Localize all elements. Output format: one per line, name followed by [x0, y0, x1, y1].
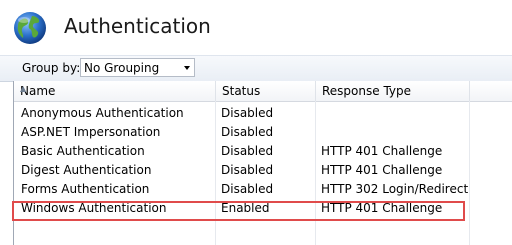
group-by-dropdown[interactable]: No Grouping — [80, 58, 195, 77]
sort-ascending-icon: ▲ — [20, 84, 27, 93]
group-by-value: No Grouping — [84, 61, 160, 75]
row-name: Windows Authentication — [21, 201, 167, 215]
row-name: ASP.NET Impersonation — [21, 125, 161, 139]
row-status: Disabled — [221, 163, 274, 177]
row-response-type: HTTP 302 Login/Redirect — [321, 182, 469, 196]
row-name: Digest Authentication — [21, 163, 152, 177]
column-header-response-type[interactable]: Response Type — [316, 81, 470, 101]
authentication-list[interactable]: Name ▲ Status Response Type Anonymous Au… — [12, 81, 512, 245]
table-row[interactable]: Basic Authentication Disabled HTTP 401 C… — [14, 141, 512, 160]
table-row[interactable]: Anonymous Authentication Disabled — [14, 103, 512, 122]
row-name: Anonymous Authentication — [21, 106, 184, 120]
table-row[interactable]: ASP.NET Impersonation Disabled — [14, 122, 512, 141]
table-row[interactable]: Windows Authentication Enabled HTTP 401 … — [14, 198, 512, 217]
row-status: Disabled — [221, 106, 274, 120]
column-header-name[interactable]: Name ▲ — [14, 81, 216, 101]
row-response-type: HTTP 401 Challenge — [321, 163, 443, 177]
globe-icon — [14, 12, 46, 44]
column-header-row: Name ▲ Status Response Type — [14, 81, 512, 102]
group-by-toolbar: Group by: No Grouping — [0, 55, 512, 82]
row-status: Disabled — [221, 125, 274, 139]
table-row[interactable]: Forms Authentication Disabled HTTP 302 L… — [14, 179, 512, 198]
group-by-label: Group by: — [22, 61, 81, 75]
row-status: Disabled — [221, 144, 274, 158]
chevron-down-icon — [184, 66, 190, 70]
page-header: Authentication — [0, 0, 512, 54]
table-row[interactable]: Digest Authentication Disabled HTTP 401 … — [14, 160, 512, 179]
row-name: Basic Authentication — [21, 144, 145, 158]
row-status: Enabled — [221, 201, 270, 215]
row-status: Disabled — [221, 182, 274, 196]
row-response-type: HTTP 401 Challenge — [321, 144, 443, 158]
page-title: Authentication — [64, 14, 211, 38]
column-header-status[interactable]: Status — [216, 81, 316, 101]
row-response-type: HTTP 401 Challenge — [321, 201, 443, 215]
row-name: Forms Authentication — [21, 182, 150, 196]
